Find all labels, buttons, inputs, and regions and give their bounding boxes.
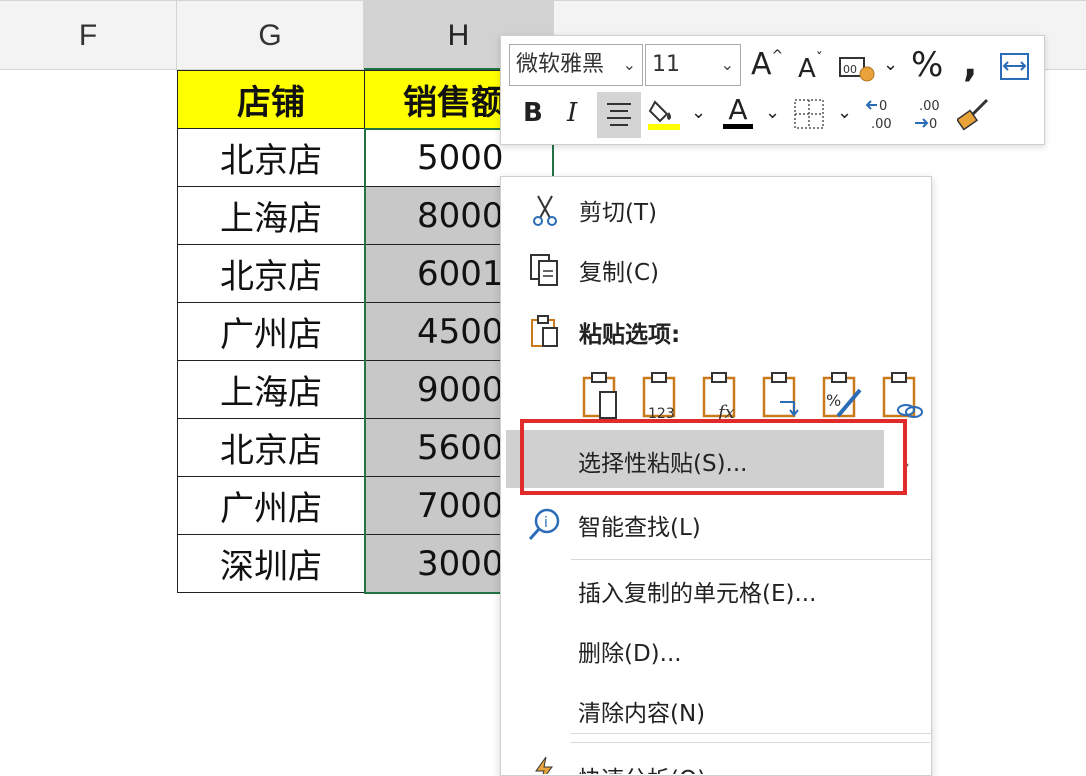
svg-text:0: 0 <box>879 99 887 114</box>
percent-style-button[interactable]: % <box>911 48 943 82</box>
menu-item-insert-copied-cells[interactable]: 插入复制的单元格(E)... <box>500 562 930 620</box>
format-painter-button[interactable] <box>955 96 993 137</box>
menu-separator <box>570 742 930 743</box>
svg-text:%: % <box>826 391 841 410</box>
chevron-down-icon: ⌄ <box>622 55 636 74</box>
menu-item-paste-special[interactable]: 选择性粘贴(S)... <box>506 430 884 488</box>
chevron-down-icon[interactable]: ⌄ <box>691 104 706 122</box>
chevron-down-icon[interactable]: ⌄ <box>765 104 780 122</box>
decrease-decimal-button[interactable]: .00 0 <box>911 96 951 137</box>
paste-values-icon: 123 <box>642 372 676 422</box>
menu-item-paste-options-header: 粘贴选项: <box>501 303 931 361</box>
table-cell-store[interactable]: 北京店 <box>177 244 365 303</box>
menu-item-cut-label: 剪切(T) <box>579 200 657 226</box>
font-name-value: 微软雅黑 <box>516 52 605 77</box>
paste-options-label: 粘贴选项: <box>579 322 681 348</box>
clear-contents-label: 清除内容(N) <box>578 701 706 727</box>
table-cell-store[interactable]: 北京店 <box>177 128 365 187</box>
mini-toolbar: 微软雅黑 ⌄ 11 ⌄ A^ Aˇ 00 ⌄ % , B I ⌄ A ⌄ ⌄ 0… <box>500 35 1045 145</box>
paste-link-icon <box>882 372 923 418</box>
menu-item-smart-lookup[interactable]: i 智能查找(L) <box>500 496 930 554</box>
header-cell-store[interactable]: 店铺 <box>177 70 365 129</box>
paste-option-link[interactable] <box>880 372 924 422</box>
decrease-font-size-button[interactable]: Aˇ <box>798 52 823 84</box>
font-name-dropdown[interactable]: 微软雅黑 ⌄ <box>509 44 643 86</box>
paintbrush-icon <box>955 98 989 131</box>
paste-option-values[interactable]: 123 <box>640 372 684 422</box>
copy-icon <box>527 252 563 288</box>
insert-copied-label: 插入复制的单元格(E)... <box>578 581 817 607</box>
svg-text:.00: .00 <box>919 99 940 114</box>
svg-text:00: 00 <box>843 63 857 76</box>
svg-text:123: 123 <box>648 406 675 422</box>
merge-icon <box>1000 53 1029 80</box>
menu-item-clear-contents[interactable]: 清除内容(N) <box>500 682 930 740</box>
increase-font-icon: A <box>751 47 772 82</box>
menu-separator <box>571 559 931 560</box>
svg-text:i: i <box>544 515 548 531</box>
center-align-button[interactable] <box>597 92 641 138</box>
paste-option-paste[interactable] <box>580 372 624 422</box>
paste-option-formulas[interactable]: fx <box>700 372 744 423</box>
paste-icon <box>582 372 617 419</box>
smart-lookup-label: 智能查找(L) <box>578 515 701 541</box>
svg-text:.00: .00 <box>871 117 892 132</box>
scissors-icon <box>527 192 563 228</box>
paste-formatting-icon: % <box>822 372 862 418</box>
merge-center-button[interactable] <box>999 52 1031 87</box>
lightning-icon <box>526 752 562 774</box>
chevron-down-icon[interactable]: ⌄ <box>837 104 852 122</box>
paste-formulas-icon: fx <box>702 372 736 423</box>
comma-style-button[interactable]: , <box>963 44 977 82</box>
menu-item-quick-analysis[interactable]: 快速分析(Q) <box>500 748 930 774</box>
table-cell-store[interactable]: 广州店 <box>177 476 365 535</box>
table-cell-store[interactable]: 上海店 <box>177 186 365 245</box>
increase-decimal-button[interactable]: 0 .00 <box>865 96 905 137</box>
accounting-format-button[interactable]: 00 <box>839 54 877 89</box>
font-size-dropdown[interactable]: 11 ⌄ <box>645 44 741 86</box>
paste-transpose-icon <box>762 372 799 418</box>
chevron-down-icon[interactable]: ⌄ <box>883 56 898 74</box>
svg-text:fx: fx <box>716 402 735 422</box>
menu-item-cut[interactable]: 剪切(T) <box>501 181 931 239</box>
borders-icon <box>794 99 824 129</box>
bold-button[interactable]: B <box>523 100 543 126</box>
column-header-g[interactable]: G <box>177 1 364 71</box>
table-cell-store[interactable]: 北京店 <box>177 418 365 477</box>
decrease-decimal-icon: .00 0 <box>915 99 940 132</box>
table-cell-store[interactable]: 上海店 <box>177 360 365 419</box>
table-cell-store[interactable]: 广州店 <box>177 302 365 361</box>
column-header-f[interactable]: F <box>0 1 177 71</box>
italic-button[interactable]: I <box>567 100 577 126</box>
decrease-font-icon: A <box>798 54 816 84</box>
paste-option-formatting[interactable]: % <box>820 372 864 422</box>
fill-color-button[interactable] <box>647 96 681 137</box>
menu-item-copy-label: 复制(C) <box>579 260 660 286</box>
font-color-icon: A <box>728 93 748 126</box>
increase-decimal-icon: 0 .00 <box>865 99 892 132</box>
chevron-right-icon: › <box>902 452 910 476</box>
paste-special-label: 选择性粘贴(S)... <box>578 451 748 477</box>
table-cell-store[interactable]: 深圳店 <box>177 534 365 593</box>
align-center-icon <box>607 103 631 126</box>
svg-text:0: 0 <box>929 117 937 132</box>
font-color-button[interactable]: A <box>723 96 753 129</box>
menu-item-copy[interactable]: 复制(C) <box>501 241 931 299</box>
quick-analysis-label: 快速分析(Q) <box>578 760 706 774</box>
increase-font-size-button[interactable]: A^ <box>751 47 783 82</box>
delete-label: 删除(D)... <box>578 641 682 667</box>
accounting-icon: 00 <box>839 57 875 82</box>
borders-button[interactable] <box>793 98 825 135</box>
chevron-down-icon: ⌄ <box>720 55 734 74</box>
clipboard-icon <box>527 314 563 350</box>
smart-lookup-icon: i <box>526 507 562 543</box>
paint-bucket-icon <box>648 100 680 130</box>
menu-item-delete[interactable]: 删除(D)... <box>500 622 930 680</box>
paste-option-transpose[interactable] <box>760 372 804 422</box>
font-size-value: 11 <box>652 52 680 77</box>
